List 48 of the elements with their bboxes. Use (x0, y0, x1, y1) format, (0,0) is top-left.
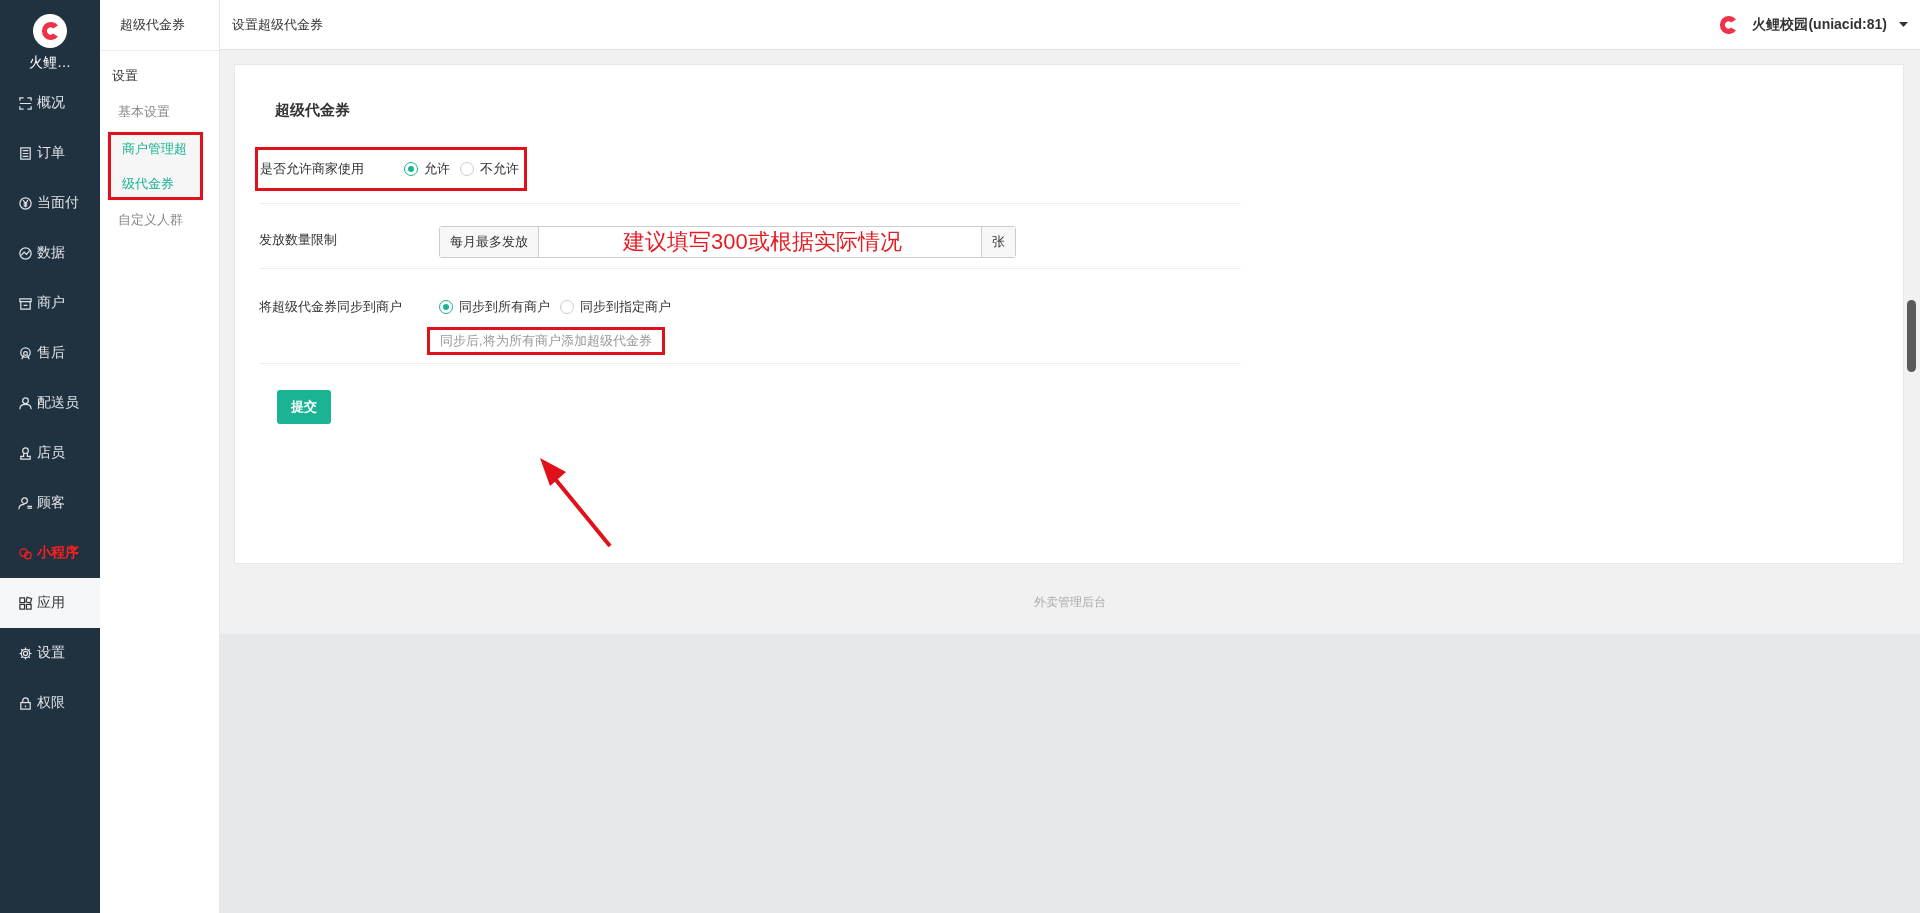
nav-icon (18, 395, 33, 411)
nav-icon (18, 545, 33, 561)
footer-text: 外卖管理后台 (1033, 594, 1107, 611)
radio-option[interactable]: 允许 (404, 160, 450, 178)
nav-icon (18, 295, 33, 311)
submenu-title: 超级代金券 (120, 16, 185, 34)
help-text: 同步后,将为所有商户添加超级代金券 (427, 327, 665, 355)
nav-icon (18, 345, 33, 361)
input-prefix: 每月最多发放 (440, 227, 539, 257)
submenu-item[interactable]: 自定义人群 (100, 201, 220, 239)
field-label: 将超级代金券同步到商户 (259, 298, 403, 316)
radio-option[interactable]: 同步到所有商户 (439, 298, 550, 316)
sidebar-item[interactable]: 售后 (0, 328, 100, 378)
submenu-group-label: 设置 (111, 67, 139, 85)
sidebar-item[interactable]: 订单 (0, 128, 100, 178)
nav-icon (18, 445, 33, 461)
sidebar-item[interactable]: 数据 (0, 228, 100, 278)
highlight-box: 是否允许商家使用 允许 不允许 (255, 147, 527, 191)
input-suffix: 张 (981, 227, 1015, 257)
nav-icon (18, 495, 33, 511)
radio-option[interactable]: 同步到指定商户 (560, 298, 671, 316)
sidebar-item[interactable]: 应用 (0, 578, 100, 628)
nav-icon (18, 695, 33, 711)
nav-icon (18, 95, 33, 111)
field-label: 发放数量限制 (259, 231, 338, 249)
sidebar-item[interactable]: 店员 (0, 428, 100, 478)
sidebar-item[interactable]: 权限 (0, 678, 100, 728)
nav-icon (18, 195, 33, 211)
sidebar-item[interactable]: 顾客 (0, 478, 100, 528)
page-title: 设置超级代金券 (232, 15, 323, 34)
nav-icon (18, 245, 33, 261)
sidebar-item[interactable]: 概况 (0, 78, 100, 128)
sidebar-item[interactable]: 设置 (0, 628, 100, 678)
caret-icon (1899, 22, 1908, 27)
submenu-item[interactable]: 基本设置 (100, 93, 220, 131)
sidebar-item[interactable]: 商户 (0, 278, 100, 328)
section-title: 超级代金券 (274, 101, 350, 120)
annotation-text: 建议填写300或根据实际情况 (623, 228, 902, 256)
sidebar-item[interactable]: 配送员 (0, 378, 100, 428)
scrollbar (1907, 300, 1916, 372)
radio-option[interactable]: 不允许 (460, 160, 519, 178)
nav-icon (18, 595, 33, 611)
nav-icon (18, 645, 33, 661)
input-field[interactable]: 每月最多发放 建议填写300或根据实际情况 张 (439, 226, 1016, 258)
app-name: 火鲤… (29, 54, 71, 72)
account-menu[interactable]: 火鲤校园(uniacid:81) (1716, 12, 1908, 37)
sidebar-item[interactable]: 当面付 (0, 178, 100, 228)
nav-icon (18, 145, 33, 161)
